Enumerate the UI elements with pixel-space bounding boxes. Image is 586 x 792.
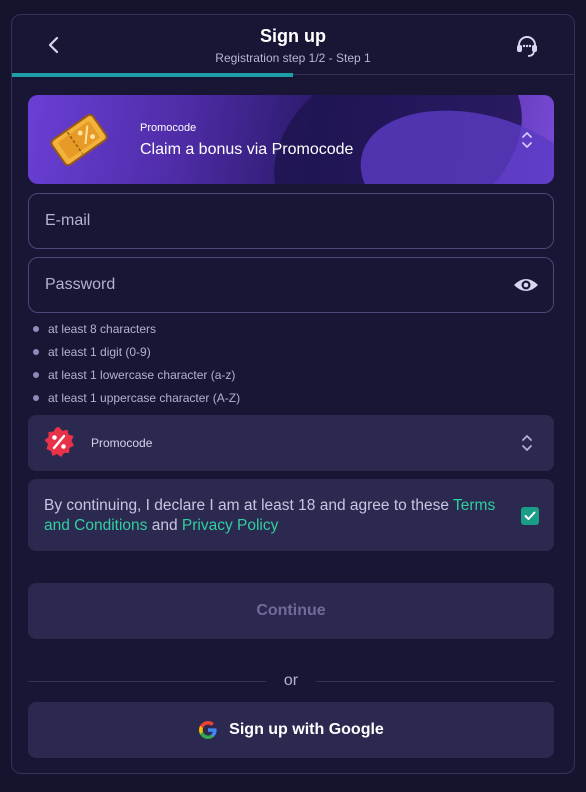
step-progress-fill <box>12 73 293 77</box>
continue-button[interactable]: Continue <box>28 583 554 639</box>
promocode-dropdown[interactable]: Promocode <box>28 415 554 471</box>
bullet-icon <box>33 326 39 332</box>
password-rule-text: at least 1 lowercase character (a-z) <box>48 368 236 382</box>
signup-modal: Sign up Registration step 1/2 - Step 1 P… <box>11 14 575 774</box>
password-rule: at least 1 uppercase character (A-Z) <box>32 390 240 413</box>
headset-icon <box>517 36 537 57</box>
bullet-icon <box>33 349 39 355</box>
terms-prefix: By continuing, I declare I am at least 1… <box>44 497 454 514</box>
chevron-up-down-icon <box>522 132 532 148</box>
terms-middle: and <box>147 517 182 534</box>
password-rule: at least 8 characters <box>32 321 240 344</box>
page-subtitle: Registration step 1/2 - Step 1 <box>215 51 371 65</box>
password-rule-text: at least 1 uppercase character (A-Z) <box>48 391 241 405</box>
support-button[interactable] <box>514 33 540 59</box>
password-rule: at least 1 digit (0-9) <box>32 344 240 367</box>
password-field[interactable] <box>29 258 553 312</box>
terms-text: By continuing, I declare I am at least 1… <box>44 496 508 536</box>
bullet-icon <box>33 372 39 378</box>
page-title: Sign up <box>260 26 326 46</box>
email-field-wrapper <box>28 193 554 249</box>
password-rule-text: at least 8 characters <box>48 322 157 336</box>
password-rule: at least 1 lowercase character (a-z) <box>32 367 240 390</box>
golden-ticket-icon <box>50 113 108 167</box>
email-field[interactable] <box>29 194 553 248</box>
google-signup-label: Sign up with Google <box>229 721 384 738</box>
promocode-dropdown-label: Promocode <box>91 436 153 450</box>
modal-header: Sign up Registration step 1/2 - Step 1 <box>12 15 574 77</box>
privacy-link[interactable]: Privacy Policy <box>182 517 278 534</box>
terms-agreement: By continuing, I declare I am at least 1… <box>28 479 554 551</box>
password-rule-text: at least 1 digit (0-9) <box>48 345 151 359</box>
password-requirements: at least 8 characters at least 1 digit (… <box>32 321 240 413</box>
bullet-icon <box>33 395 39 401</box>
google-icon <box>199 721 217 739</box>
terms-checkbox[interactable] <box>521 507 539 525</box>
eye-icon[interactable] <box>513 275 539 295</box>
percent-badge-icon <box>44 427 74 457</box>
password-field-wrapper <box>28 257 554 313</box>
promocode-banner[interactable]: Promocode Claim a bonus via Promocode <box>28 95 554 184</box>
checkmark-icon <box>524 511 536 520</box>
step-progress-bar <box>12 73 574 77</box>
banner-label: Promocode <box>140 122 197 134</box>
banner-text: Claim a bonus via Promocode <box>140 141 354 158</box>
divider-text: or <box>283 672 299 689</box>
chevron-up-down-icon <box>522 435 532 451</box>
google-signup-button[interactable]: Sign up with Google <box>28 702 554 758</box>
or-divider: or <box>28 672 554 689</box>
